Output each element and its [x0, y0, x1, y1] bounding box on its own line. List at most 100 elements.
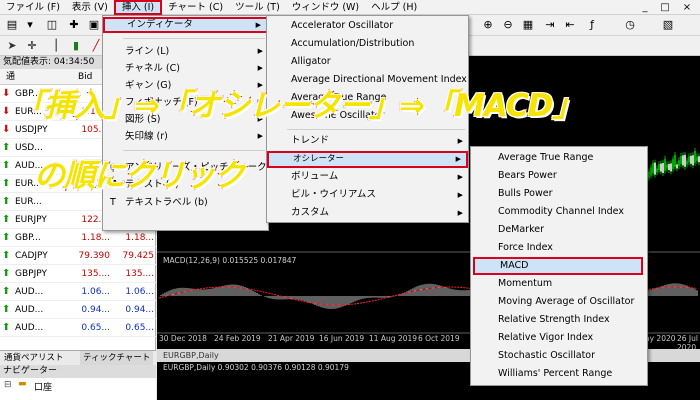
chart-tab-label: EURGBP,Daily: [163, 351, 219, 360]
oscillator-macd[interactable]: MACD: [473, 257, 643, 275]
navigator-item-account[interactable]: 口座: [34, 380, 52, 393]
oscillator-item[interactable]: Moving Average of Oscillator: [471, 293, 647, 311]
arrow-down-icon: ⬇: [2, 106, 11, 117]
date-label: 11 Aug 2019: [369, 334, 418, 343]
arrow-up-icon: ⬆: [2, 196, 11, 207]
menu-tools[interactable]: ツール (T): [229, 0, 286, 15]
menu-item-label: ボリューム: [291, 171, 339, 182]
menu-item-line[interactable]: ライン (L) ▶: [103, 43, 268, 60]
menu-item-arrows[interactable]: 矢印線 (r) ▶: [103, 128, 268, 145]
cursor-icon[interactable]: ➤: [4, 38, 20, 54]
oscillator-item[interactable]: Average True Range: [471, 149, 647, 167]
navigator-icon[interactable]: ✚: [66, 17, 82, 33]
category-oscillators[interactable]: オシレーター ▶: [267, 151, 468, 168]
arrow-up-icon: ⬆: [2, 322, 11, 333]
indicator-alligator[interactable]: Alligator: [267, 53, 468, 71]
indicator-accumulation-distribution[interactable]: Accumulation/Distribution: [267, 35, 468, 53]
tab-tick-chart[interactable]: ティックチャート: [80, 351, 154, 365]
bid-price: 0.65...: [81, 323, 110, 333]
oscillator-item[interactable]: Momentum: [471, 275, 647, 293]
arrow-up-icon: ⬆: [2, 268, 11, 279]
menu-item-text-label[interactable]: T テキストラベル (b): [103, 194, 268, 212]
chart-bar-icon[interactable]: ▮: [68, 38, 84, 54]
category-trend[interactable]: トレンド ▶: [267, 132, 468, 150]
category-bill-williams[interactable]: ビル・ウイリアムス ▶: [267, 186, 468, 204]
menu-view[interactable]: 表示 (V): [66, 0, 114, 15]
menu-item-label: チャネル (C): [125, 63, 180, 74]
oscillator-item[interactable]: Force Index: [471, 239, 647, 257]
menu-item-label: トレンド: [291, 135, 330, 146]
oscillator-item[interactable]: Relative Vigor Index: [471, 329, 647, 347]
vertical-line-icon[interactable]: │: [48, 38, 64, 54]
arrow-up-icon: ⬆: [2, 232, 11, 243]
category-custom[interactable]: カスタム ▶: [267, 204, 468, 222]
shift-icon[interactable]: ⇤: [562, 17, 578, 33]
oscillator-item[interactable]: Bulls Power: [471, 185, 647, 203]
navigator-panel: ナビゲーター ⊟ ▬ 口座: [0, 365, 156, 400]
profiles-icon[interactable]: ▾: [22, 17, 38, 33]
market-watch-row[interactable]: ⬆ AUD... 0.94... 0.94...: [0, 301, 156, 319]
date-label: 26 Jul 2020: [677, 334, 698, 349]
indicator-accelerator[interactable]: Accelerator Oscillator: [267, 17, 468, 35]
market-watch-row[interactable]: ⬆ CADJPY 79.390 79.425: [0, 247, 156, 265]
tile-icon[interactable]: ▦: [520, 17, 536, 33]
candle-body: [674, 155, 676, 167]
terminal-icon[interactable]: ▣: [86, 17, 102, 33]
menu-chart[interactable]: チャート (C): [162, 0, 229, 15]
market-watch-icon[interactable]: ◫: [44, 17, 60, 33]
candle-body: [660, 163, 662, 172]
submenu-arrow-icon: ▶: [257, 132, 263, 140]
close-button[interactable]: ×: [678, 1, 696, 14]
candle-body: [654, 162, 656, 175]
expand-icon[interactable]: ⊟: [4, 380, 12, 390]
minimize-button[interactable]: _: [636, 1, 654, 14]
menu-window[interactable]: ウィンドウ (W): [286, 0, 365, 15]
candle-body: [676, 164, 678, 169]
indicators-icon[interactable]: ƒ: [584, 17, 600, 33]
oscillator-item[interactable]: DeMarker: [471, 221, 647, 239]
menu-bar: ファイル (F) 表示 (V) 挿入 (I) チャート (C) ツール (T) …: [0, 0, 700, 15]
templates-icon[interactable]: ▧: [660, 17, 676, 33]
macd-label: MACD(12,26,9) 0.015525 0.017847: [163, 256, 297, 265]
menu-item-label: カスタム: [291, 207, 330, 218]
oscillator-item[interactable]: Relative Strength Index: [471, 311, 647, 329]
menu-item-channel[interactable]: チャネル (C) ▶: [103, 60, 268, 77]
market-watch-row[interactable]: ⬆ AUD... 1.06... 1.06...: [0, 283, 156, 301]
menu-separator: [287, 129, 465, 130]
menu-item-indicators[interactable]: インディケータ ▶: [103, 17, 268, 33]
maximize-button[interactable]: □: [656, 1, 674, 14]
scroll-icon[interactable]: ⇥: [542, 17, 558, 33]
menu-item-label: ビル・ウイリアムス: [291, 189, 376, 200]
candle-body: [678, 160, 680, 167]
clock-icon[interactable]: ◷: [622, 17, 638, 33]
symbol-name: CADJPY: [15, 251, 48, 261]
oscillator-item[interactable]: Commodity Channel Index: [471, 203, 647, 221]
ask-price: 79.425: [122, 251, 155, 261]
crosshair-icon[interactable]: ✛: [24, 38, 40, 54]
symbol-name: EURJPY: [15, 215, 47, 225]
submenu-arrow-icon: ▶: [257, 47, 263, 55]
zoom-out-icon[interactable]: ⊖: [500, 17, 516, 33]
oscillator-item[interactable]: Bears Power: [471, 167, 647, 185]
market-watch-row[interactable]: ⬆ AUD... 0.65... 0.65...: [0, 319, 156, 337]
menu-file[interactable]: ファイル (F): [0, 0, 66, 15]
bid-price: 0.94...: [81, 305, 110, 315]
symbol-name: AUD...: [15, 305, 44, 315]
tab-symbols[interactable]: 通貨ペアリスト: [4, 351, 64, 365]
navigator-title: ナビゲーター: [0, 365, 156, 378]
category-volumes[interactable]: ボリューム ▶: [267, 168, 468, 186]
candle-body: [688, 156, 690, 163]
ask-price: 1.18...: [125, 233, 154, 243]
menu-insert[interactable]: 挿入 (I): [113, 0, 163, 15]
new-chart-icon[interactable]: ▤: [4, 17, 20, 33]
market-watch-row[interactable]: ⬆ GBPJPY 135.... 135....: [0, 265, 156, 283]
zoom-in-icon[interactable]: ⊕: [480, 17, 496, 33]
arrow-up-icon: ⬆: [2, 142, 11, 153]
menu-help[interactable]: ヘルプ (H): [365, 0, 423, 15]
menu-item-label: ライン (L): [125, 46, 170, 57]
oscillator-item[interactable]: Stochastic Oscillator: [471, 347, 647, 365]
market-watch-row[interactable]: ⬆ GBP... 1.18... 1.18...: [0, 229, 156, 247]
oscillator-item[interactable]: Williams' Percent Range: [471, 365, 647, 383]
oscillators-menu: Average True Range Bears Power Bulls Power…: [470, 146, 648, 386]
candle-body: [692, 155, 694, 166]
